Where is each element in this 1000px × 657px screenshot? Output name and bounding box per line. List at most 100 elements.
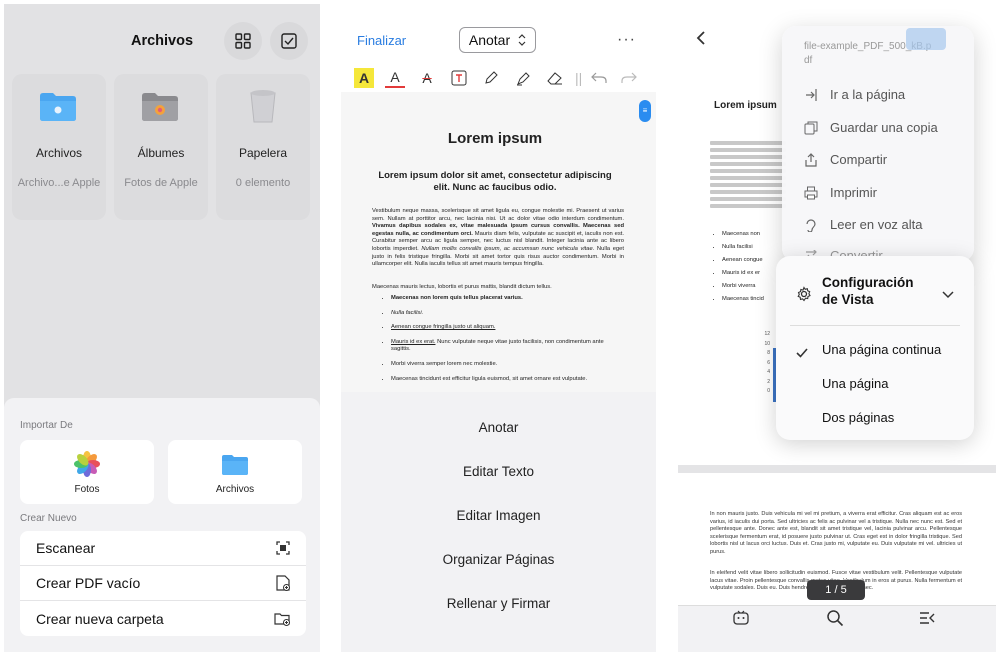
eraser-icon[interactable]: [545, 68, 565, 88]
new-document-icon: [276, 575, 290, 591]
page-list: Maecenas non Nulla facilisi Aenean congu…: [722, 228, 764, 306]
document-subtitle: Lorem ipsum dolor sit amet, consectetur …: [378, 170, 612, 193]
list-item: Mauris id ex erat. Nunc vulputate neque …: [391, 339, 623, 354]
more-menu: file-example_PDF_500_kB.pdf Ir a la pági…: [782, 26, 974, 262]
list-item: Maecenas tincidunt est efficitur ligula …: [391, 376, 623, 384]
list-item: Mauris id ex er: [722, 267, 764, 280]
trash-icon: [250, 90, 276, 123]
row-label: Escanear: [36, 540, 96, 556]
create-pdf-row[interactable]: Crear PDF vacío: [20, 566, 306, 601]
card-label: Álbumes: [137, 146, 185, 160]
card-label: Archivos: [35, 146, 82, 160]
list-item: Maecenas tincid: [722, 293, 764, 306]
list-item: Aenean congue: [722, 254, 764, 267]
mode-selector[interactable]: Anotar: [459, 27, 536, 53]
header-blur: [906, 28, 946, 50]
page-indicator: 1 / 5: [807, 580, 865, 600]
strikethrough-icon[interactable]: A: [417, 68, 437, 88]
list-item: Morbi viverra: [722, 280, 764, 293]
page-2-paragraph: In non mauris justo. Duis vehicula mi ve…: [710, 511, 962, 555]
scroll-handle-icon[interactable]: ≡: [639, 100, 651, 122]
toolbar-divider: ||: [575, 70, 583, 86]
card-sublabel: 0 elemento: [235, 177, 291, 189]
list-item: Nulla facilisi.: [391, 310, 623, 318]
document-list: Maecenas non lorem quis tellus placerat …: [391, 295, 623, 390]
document-paragraph: Vestibulum neque massa, scelerisque sit …: [372, 208, 624, 268]
menu-read-aloud[interactable]: Leer en voz alta: [804, 217, 923, 232]
undo-icon[interactable]: [589, 68, 609, 88]
import-section-title: Importar De: [20, 420, 73, 431]
create-section-title: Crear Nuevo: [20, 513, 77, 524]
view-option-single[interactable]: Una página: [822, 376, 889, 391]
view-option-continuous[interactable]: Una página continua: [822, 342, 941, 357]
scan-icon: [276, 541, 290, 555]
folder-icon: [40, 93, 76, 121]
done-button[interactable]: Finalizar: [357, 33, 406, 48]
grid-icon: [235, 33, 251, 49]
row-label: Crear nueva carpeta: [36, 610, 164, 627]
files-panel: Archivos Archivos Archivo...e Apple Álbu…: [4, 4, 320, 652]
checkmark-icon: [796, 345, 808, 363]
gear-icon: [796, 286, 812, 307]
mode-label: Anotar: [468, 32, 511, 48]
location-card-papelera[interactable]: Papelera 0 elemento: [216, 74, 310, 220]
menu-go-to-page[interactable]: Ir a la página: [804, 87, 905, 102]
redo-icon[interactable]: [619, 68, 639, 88]
share-icon: [805, 152, 817, 167]
list-item: Nulla facilisi: [722, 241, 764, 254]
highlight-text-icon[interactable]: A: [354, 68, 374, 88]
text-color-icon[interactable]: A: [385, 68, 405, 88]
menu-fill-sign[interactable]: Rellenar y Firmar: [341, 596, 656, 611]
chevron-updown-icon: [518, 34, 526, 46]
list-item: Maecenas non: [722, 228, 764, 241]
print-icon: [804, 186, 818, 199]
search-icon[interactable]: [826, 609, 844, 632]
back-icon[interactable]: [696, 30, 706, 51]
select-button[interactable]: [270, 22, 308, 60]
tile-label: Archivos: [215, 484, 255, 495]
text-box-icon[interactable]: [449, 68, 469, 88]
page-text-lines: [710, 138, 786, 211]
view-option-two-pages[interactable]: Dos páginas: [822, 410, 894, 425]
import-files-tile[interactable]: Archivos: [168, 440, 302, 504]
more-icon[interactable]: ···: [617, 31, 636, 49]
assistant-icon[interactable]: [732, 609, 750, 632]
page-gap: [678, 465, 996, 473]
menu-print[interactable]: Imprimir: [804, 185, 877, 200]
scan-row[interactable]: Escanear: [20, 531, 306, 566]
row-label: Crear PDF vacío: [36, 575, 141, 591]
list-item: Maecenas non lorem quis tellus placerat …: [391, 295, 623, 303]
divider: [790, 325, 960, 326]
create-folder-row[interactable]: Crear nueva carpeta: [20, 601, 306, 636]
menu-share[interactable]: Compartir: [804, 152, 887, 167]
photos-icon: [74, 451, 100, 477]
ear-icon: [806, 218, 816, 232]
card-sublabel: Fotos de Apple: [124, 177, 198, 189]
view-settings-title[interactable]: Configuración de Vista: [822, 274, 932, 308]
document-paragraph-2: Maecenas mauris lectus, lobortis et puru…: [372, 284, 552, 290]
editor-panel: Finalizar Anotar ··· A A A || ≡ Lorem ip…: [341, 4, 656, 652]
location-card-archivos[interactable]: Archivos Archivo...e Apple: [12, 74, 106, 220]
folder-icon: [222, 455, 248, 475]
location-card-albumes[interactable]: Álbumes Fotos de Apple: [114, 74, 208, 220]
document-title: Lorem ipsum: [447, 130, 543, 147]
menu-edit-image[interactable]: Editar Imagen: [341, 508, 656, 523]
pen-icon[interactable]: [481, 68, 501, 88]
copy-icon: [804, 121, 818, 134]
grid-view-button[interactable]: [224, 22, 262, 60]
list-item: Aenean congue fringilla justo ut aliquam…: [391, 324, 623, 332]
card-sublabel: Archivo...e Apple: [17, 177, 101, 189]
page-title: Lorem ipsum: [714, 100, 777, 111]
list-item: Morbi viverra semper lorem nec molestie.: [391, 361, 623, 369]
menu-save-copy[interactable]: Guardar una copia: [804, 120, 938, 135]
go-to-page-icon: [806, 88, 817, 101]
viewer-panel: Lorem ipsum Maecenas non Nulla facilisi …: [678, 4, 996, 652]
menu-organize-pages[interactable]: Organizar Páginas: [341, 552, 656, 567]
edit-menu: Anotar Editar Texto Editar Imagen Organi…: [341, 392, 656, 652]
menu-edit-text[interactable]: Editar Texto: [341, 464, 656, 479]
outline-icon[interactable]: [918, 609, 936, 632]
menu-annotate[interactable]: Anotar: [341, 420, 656, 435]
import-photos-tile[interactable]: Fotos: [20, 440, 154, 504]
chevron-down-icon[interactable]: [942, 286, 954, 304]
marker-icon[interactable]: [513, 68, 533, 88]
